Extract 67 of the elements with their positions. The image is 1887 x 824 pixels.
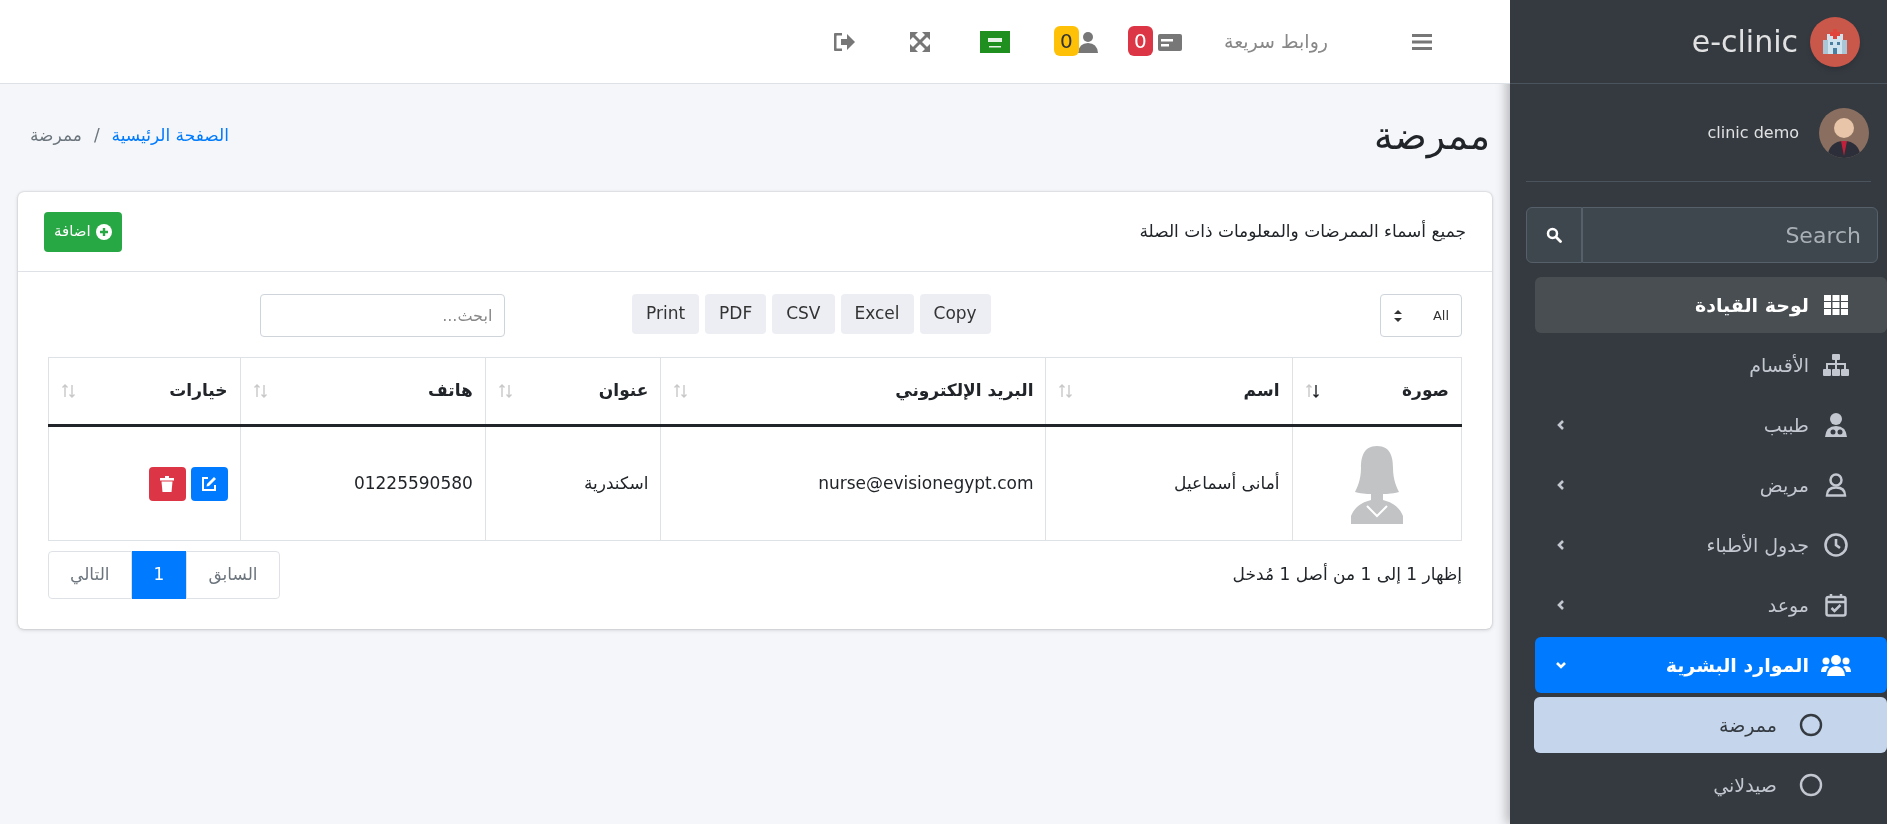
export-button[interactable]: Copy: [919, 294, 991, 334]
export-button[interactable]: Excel: [840, 294, 914, 334]
sidebar-item[interactable]: جدول الأطباء: [1535, 517, 1887, 573]
column-header[interactable]: اسم: [1243, 378, 1280, 404]
user-icon: [1825, 473, 1847, 497]
export-button[interactable]: Print: [631, 294, 700, 334]
doctor-icon: [1825, 413, 1847, 437]
pagination-button[interactable]: التالي: [48, 551, 132, 599]
column-header[interactable]: صورة: [1402, 378, 1449, 404]
fullscreen-icon[interactable]: [909, 31, 930, 52]
delete-button[interactable]: [148, 466, 186, 501]
circle-icon: [1799, 713, 1823, 737]
brand-logo-icon: [1810, 16, 1860, 67]
export-button[interactable]: CSV: [772, 294, 835, 334]
table-search-field[interactable]: ابحث...: [260, 294, 506, 337]
clock-icon: [1824, 533, 1848, 557]
user-count-badge: 0: [1053, 25, 1079, 56]
edit-button[interactable]: [190, 466, 228, 501]
table-info: إظهار 1 إلى 1 من أصل 1 مُدخل: [1232, 562, 1462, 587]
card-title: جميع أسماء الممرضات والمعلومات ذات الصلة: [1139, 219, 1466, 244]
page-title: ممرضة: [1374, 112, 1490, 161]
flag-icon[interactable]: [979, 30, 1010, 53]
column-header[interactable]: عنوان: [598, 378, 649, 404]
sort-select-icon: [1393, 308, 1403, 323]
table-cell: nurse@evisionegypt.com: [818, 472, 1034, 493]
menu-icon[interactable]: [1412, 32, 1432, 51]
submenu-item[interactable]: ممرضة: [1534, 697, 1887, 753]
plus-circle-icon: [95, 223, 112, 240]
pagination-button[interactable]: السابق: [186, 551, 280, 599]
sidebar-search-field[interactable]: Search: [1582, 207, 1878, 263]
sitemap-icon: [1823, 354, 1849, 376]
breadcrumb-link[interactable]: الصفحة الرئيسية: [111, 123, 229, 149]
column-header[interactable]: البريد الإلكتروني: [895, 378, 1034, 404]
calendar-check-icon: [1825, 593, 1847, 617]
breadcrumb-current: ممرضة: [30, 124, 82, 148]
breadcrumb-separator: /: [93, 124, 100, 148]
message-icon[interactable]: [1157, 31, 1182, 52]
search-icon: [1546, 227, 1562, 243]
export-button[interactable]: PDF: [705, 294, 767, 334]
sidebar-item[interactable]: موعد: [1535, 577, 1887, 633]
edit-icon: [201, 475, 217, 492]
quick-links[interactable]: روابط سريعة: [1223, 27, 1328, 56]
page-length-select[interactable]: All: [1380, 294, 1462, 337]
sort-icon[interactable]: [1304, 383, 1321, 399]
submenu-item[interactable]: صيدلاني: [1534, 757, 1887, 813]
sidebar-item[interactable]: طبيب: [1535, 397, 1887, 453]
grid-icon: [1824, 295, 1848, 315]
user-name[interactable]: clinic demo: [1707, 120, 1799, 145]
search-button[interactable]: [1526, 207, 1582, 263]
logout-icon[interactable]: [833, 32, 856, 51]
brand-name[interactable]: e-clinic: [1691, 19, 1798, 64]
column-header[interactable]: خيارات: [169, 378, 228, 404]
trash-icon: [160, 475, 174, 492]
pagination-button[interactable]: 1: [131, 551, 187, 599]
sidebar-item[interactable]: الموارد البشرية: [1535, 637, 1887, 693]
sidebar-item[interactable]: مريض: [1535, 457, 1887, 513]
table-cell: 01225590580: [353, 472, 473, 493]
circle-icon: [1799, 773, 1823, 797]
user-icon[interactable]: [1077, 30, 1100, 53]
sidebar-item[interactable]: الأقسام: [1535, 337, 1887, 393]
message-count-badge: 0: [1127, 25, 1153, 56]
user-avatar: [1819, 107, 1869, 158]
sidebar-item[interactable]: لوحة القيادة: [1535, 277, 1887, 333]
column-header[interactable]: هاتف: [428, 378, 473, 404]
table-cell: اسكندرية: [583, 472, 649, 493]
users-icon: [1821, 654, 1851, 676]
table-cell: أمانى أسماعيل: [1174, 472, 1280, 493]
